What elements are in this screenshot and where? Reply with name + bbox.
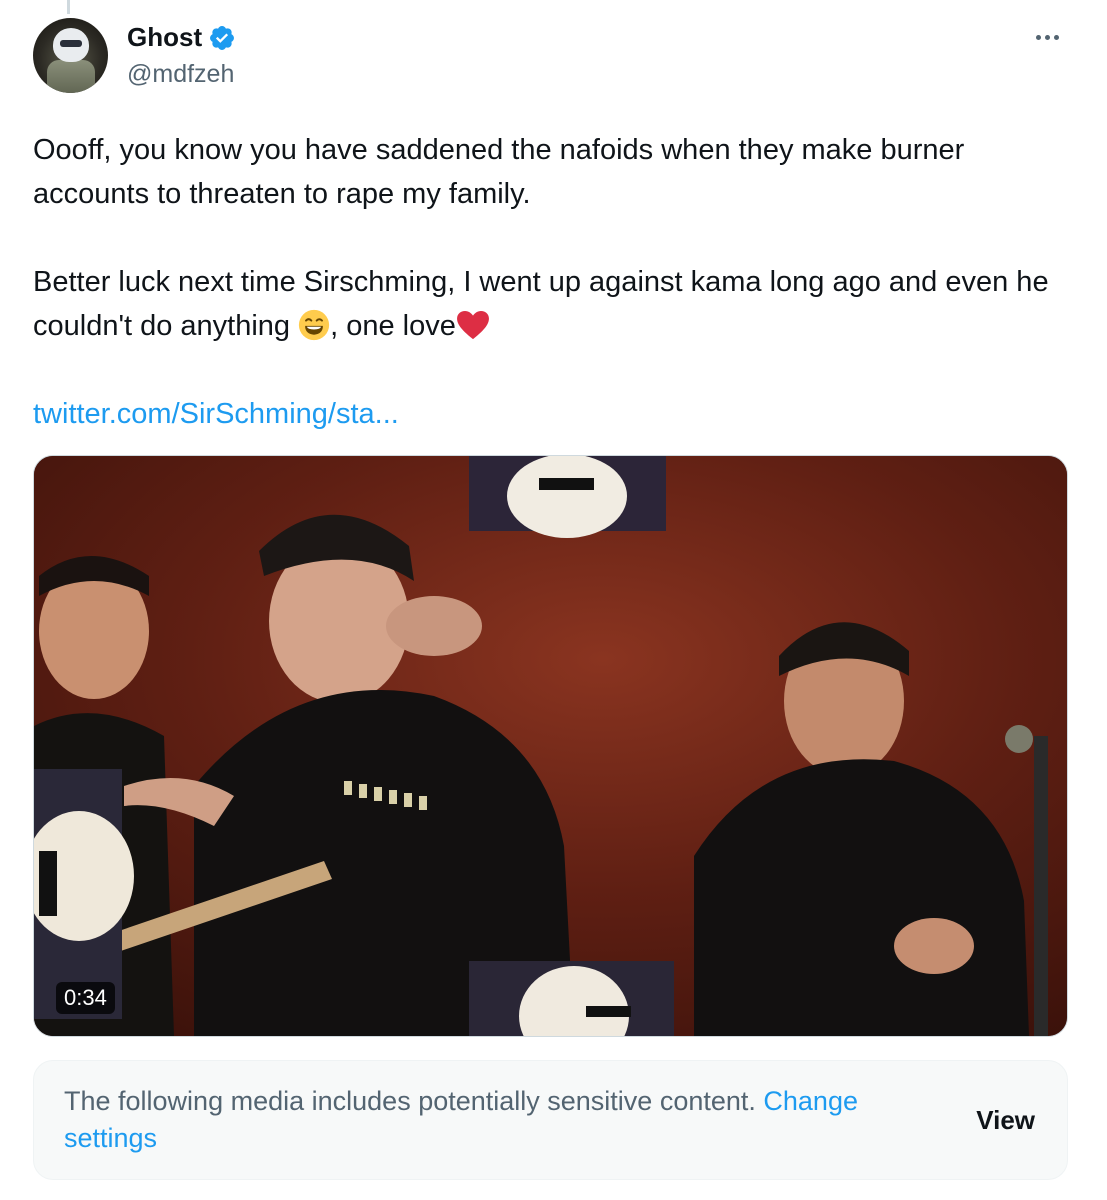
- author-name[interactable]: Ghost: [127, 22, 202, 53]
- avatar-eyes: [60, 40, 82, 47]
- view-button[interactable]: View: [976, 1105, 1035, 1136]
- author-name-row[interactable]: Ghost: [127, 22, 236, 53]
- tweet-paragraph-1: Oooff, you know you have saddened the na…: [33, 134, 965, 210]
- sensitive-notice-message: The following media includes potentially…: [64, 1086, 764, 1116]
- video-media[interactable]: 0:34: [33, 455, 1068, 1037]
- tweet-link[interactable]: twitter.com/SirSchming/sta...: [33, 398, 399, 430]
- more-dot: [1035, 34, 1041, 40]
- grinning-face-emoji-icon: [299, 309, 330, 341]
- verified-badge-icon[interactable]: [208, 24, 236, 52]
- more-dot: [1044, 34, 1050, 40]
- tweet-paragraph-2-tail: , one love: [330, 310, 456, 342]
- red-heart-emoji-icon: [456, 310, 489, 340]
- video-thumbnail: [34, 456, 1067, 1036]
- video-duration: 0:34: [56, 982, 115, 1014]
- sensitive-notice-text: The following media includes potentially…: [64, 1083, 924, 1157]
- tweet-text: Oooff, you know you have saddened the na…: [33, 128, 1073, 436]
- tweet-link-line: twitter.com/SirSchming/sta...: [33, 392, 1073, 436]
- avatar-body: [47, 60, 95, 93]
- more-horizontal-icon[interactable]: [1028, 24, 1066, 50]
- tweet-paragraph-2: Better luck next time Sirschming, I went…: [33, 260, 1073, 348]
- more-dot: [1053, 34, 1059, 40]
- thread-connector-line: [67, 0, 70, 14]
- author-handle[interactable]: @mdfzeh: [127, 60, 234, 89]
- avatar[interactable]: [33, 18, 108, 93]
- tweet-paragraph-2-text: Better luck next time Sirschming, I went…: [33, 266, 1049, 342]
- sensitive-content-notice: The following media includes potentially…: [33, 1060, 1068, 1180]
